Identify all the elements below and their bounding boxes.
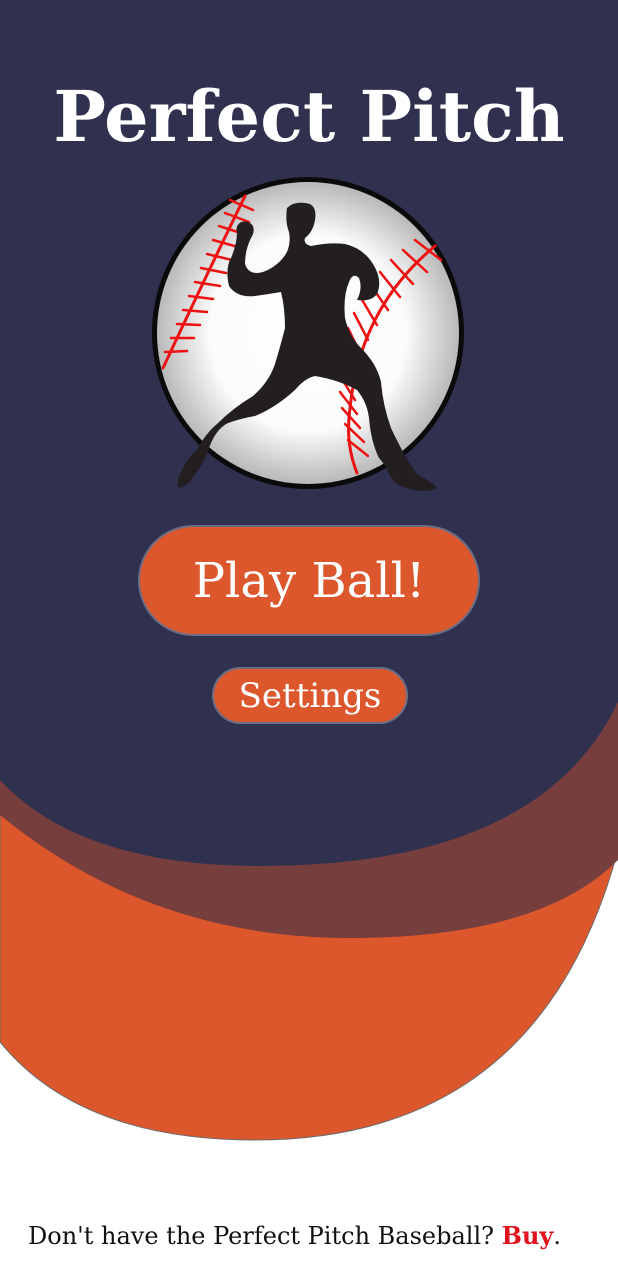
buy-link[interactable]: Buy (502, 1221, 554, 1250)
app-title: Perfect Pitch (53, 75, 565, 158)
app-screen: Perfect Pitch Play Ball! Settings Don't … (0, 0, 618, 1271)
footer-text: Don't have the Perfect Pitch Baseball? (28, 1222, 495, 1250)
settings-button[interactable]: Settings (212, 667, 408, 724)
footer-buy-prompt: Don't have the Perfect Pitch Baseball? B… (28, 1216, 608, 1256)
play-ball-button[interactable]: Play Ball! (138, 525, 480, 636)
pitcher-baseball-logo-icon (152, 177, 464, 491)
footer-period: . (553, 1222, 561, 1250)
